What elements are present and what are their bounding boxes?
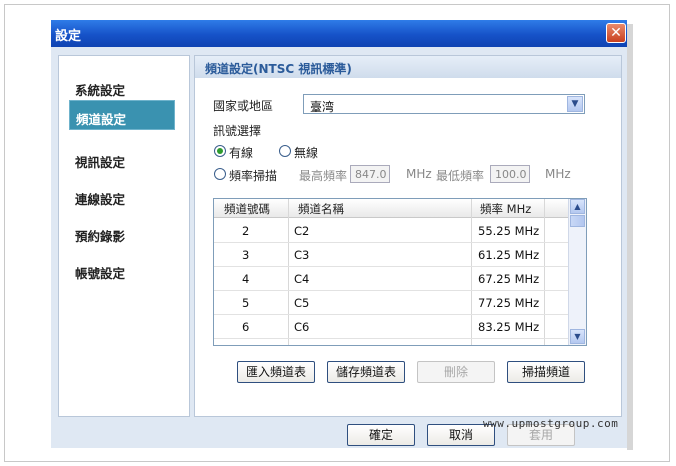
- cable-label[interactable]: 有線: [229, 144, 253, 161]
- frequency-scan-radio[interactable]: [214, 168, 226, 180]
- sidebar-item-video[interactable]: 視訊設定: [75, 152, 125, 171]
- chevron-down-icon[interactable]: ▼: [567, 96, 583, 112]
- channel-number: 4: [242, 272, 250, 286]
- channel-settings-panel: 頻道設定(NTSC 視訊標準) 國家或地區 臺湾 ▼ 訊號選擇 有線 無線 頻率…: [194, 55, 622, 417]
- min-freq-label: 最低頻率: [436, 169, 485, 183]
- region-select[interactable]: 臺湾 ▼: [303, 94, 585, 114]
- scan-channels-button[interactable]: 掃描頻道: [507, 361, 585, 383]
- region-label: 國家或地區: [213, 99, 274, 113]
- frequency-scan-label[interactable]: 頻率掃描: [229, 167, 277, 184]
- cable-radio[interactable]: [214, 145, 226, 157]
- sidebar-item-system[interactable]: 系統設定: [75, 80, 125, 99]
- window-shadow: [627, 24, 633, 450]
- channel-number: 2: [242, 224, 250, 238]
- import-channel-list-button[interactable]: 匯入頻道表: [237, 361, 315, 383]
- max-freq-label: 最高頻率: [299, 169, 348, 183]
- delete-button[interactable]: 刪除: [417, 361, 495, 383]
- title-bar[interactable]: 設定 ✕: [51, 20, 627, 47]
- channel-name: C5: [294, 296, 310, 310]
- signal-label: 訊號選擇: [213, 124, 262, 138]
- max-freq-unit: MHz: [406, 167, 432, 181]
- channel-frequency: 61.25 MHz: [478, 248, 540, 262]
- channel-frequency: 67.25 MHz: [478, 272, 540, 286]
- column-header-name[interactable]: 頻道名稱: [298, 201, 344, 217]
- channel-frequency: 83.25 MHz: [478, 320, 540, 334]
- scroll-up-icon[interactable]: ▲: [570, 199, 585, 214]
- column-header-frequency[interactable]: 頻率 MHz: [480, 201, 531, 217]
- sidebar-item-channel[interactable]: 頻道設定: [69, 100, 175, 130]
- channel-table: 頻道號碼 頻道名稱 頻率 MHz 2 C2 55.25 MHz 3 C3 61.…: [213, 198, 587, 346]
- min-freq-unit: MHz: [545, 167, 571, 181]
- settings-sidebar: 系統設定 頻道設定 視訊設定 連線設定 預約錄影 帳號設定: [58, 55, 190, 417]
- channel-name: C6: [294, 320, 310, 334]
- antenna-label[interactable]: 無線: [294, 144, 318, 161]
- sidebar-item-connection[interactable]: 連線設定: [75, 189, 125, 208]
- table-row[interactable]: 4 C4 67.25 MHz: [214, 266, 568, 291]
- channel-name: C3: [294, 248, 310, 262]
- panel-title: 頻道設定(NTSC 視訊標準): [205, 62, 352, 76]
- window-title: 設定: [55, 29, 82, 44]
- ok-button[interactable]: 確定: [347, 424, 415, 446]
- channel-name: C4: [294, 272, 310, 286]
- table-scrollbar[interactable]: ▲ ▼: [568, 199, 586, 345]
- panel-header: 頻道設定(NTSC 視訊標準): [195, 56, 621, 78]
- table-header: 頻道號碼 頻道名稱 頻率 MHz: [214, 199, 568, 218]
- min-freq-input[interactable]: 100.0: [490, 165, 530, 183]
- channel-number: 6: [242, 320, 250, 334]
- channel-frequency: 77.25 MHz: [478, 296, 540, 310]
- channel-number: 5: [242, 296, 250, 310]
- sidebar-item-account[interactable]: 帳號設定: [75, 263, 125, 282]
- save-channel-list-button[interactable]: 儲存頻道表: [327, 361, 405, 383]
- settings-dialog: 設定 ✕ 系統設定 頻道設定 視訊設定 連線設定 預約錄影 帳號設定 頻道設定(…: [51, 20, 627, 448]
- table-row[interactable]: 2 C2 55.25 MHz: [214, 218, 568, 243]
- channel-frequency: 55.25 MHz: [478, 224, 540, 238]
- watermark-text: www.upmostgroup.com: [483, 417, 619, 430]
- close-button[interactable]: ✕: [606, 23, 626, 43]
- table-row[interactable]: 6 C6 83.25 MHz: [214, 314, 568, 339]
- scroll-thumb[interactable]: [570, 215, 585, 227]
- max-freq-input[interactable]: 847.0: [350, 165, 390, 183]
- scroll-down-icon[interactable]: ▼: [570, 329, 585, 344]
- sidebar-item-schedule[interactable]: 預約錄影: [75, 226, 125, 245]
- region-value: 臺湾: [310, 100, 335, 114]
- table-row[interactable]: 3 C3 61.25 MHz: [214, 242, 568, 267]
- table-row[interactable]: 5 C5 77.25 MHz: [214, 290, 568, 315]
- antenna-radio[interactable]: [279, 145, 291, 157]
- channel-number: 3: [242, 248, 250, 262]
- column-header-number[interactable]: 頻道號碼: [224, 201, 270, 217]
- dialog-client: 系統設定 頻道設定 視訊設定 連線設定 預約錄影 帳號設定 頻道設定(NTSC …: [51, 47, 627, 448]
- channel-name: C2: [294, 224, 310, 238]
